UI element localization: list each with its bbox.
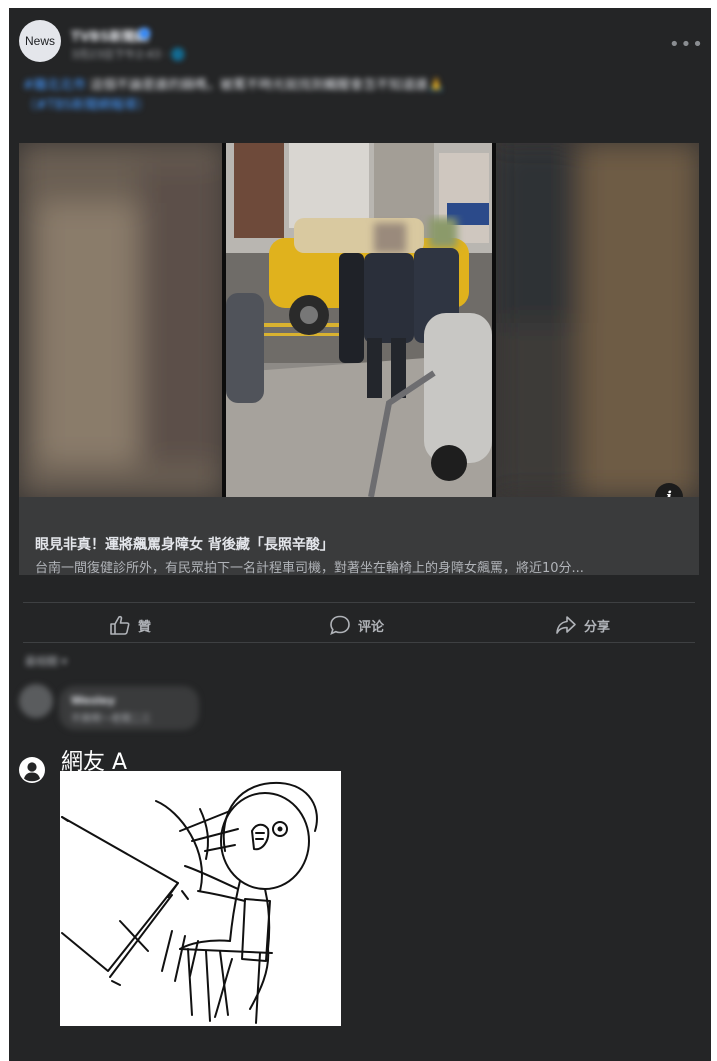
comment-bubble-icon [330,615,350,635]
more-horizontal-icon[interactable]: ••• [669,34,704,55]
like-button[interactable]: 贊 [109,613,151,637]
actions-top-divider [23,602,695,603]
thumbs-up-icon [110,615,130,635]
post-card: News TVBS新聞網 3月23日下午2:43 · 🌐 ••• #離北北市 這… [9,8,711,1061]
share-button[interactable]: 分享 [555,613,610,637]
post-text: #離北北市 這個不論是誰的鍋嗎，被罵不時光就找到觸醒會怎不知道誰🙏 （#TBS新… [23,76,583,116]
actions-bottom-divider [23,642,695,643]
share-arrow-icon [556,616,576,634]
link-description: 台南一間復健診所外，有民眾拍下一名計程車司機，對著坐在輪椅上的身障女飆罵，將近1… [35,561,584,576]
link-preview[interactable]: 眼見非真！運將飆罵身障女 背後藏「長照辛酸」 台南一間復健診所外，有民眾拍下一名… [19,497,699,576]
like-label: 贊 [138,619,152,635]
commenter-avatar[interactable] [19,684,53,718]
comment-bubble: Wesley 不爽啊～老闆二三 [59,686,199,730]
table-flip-meme-icon [60,771,341,1026]
video-thumbnail[interactable] [19,143,699,497]
post-hashtag[interactable]: #離北北市 [23,78,86,93]
link-title[interactable]: 眼見非真！運將飆罵身障女 背後藏「長照辛酸」 [35,534,334,554]
post-timestamp[interactable]: 3月23日下午2:43 · 🌐 [71,46,185,62]
page-avatar[interactable]: News [19,20,61,62]
comment-text: 不爽啊～老闆二三 [71,714,151,725]
user-circle-icon [19,757,45,783]
comment-button[interactable]: 评论 [329,613,384,637]
comment-sort-dropdown[interactable]: 最相關 ▾ [25,653,67,669]
commenter-name[interactable]: Wesley [71,694,115,707]
verified-badge-icon [139,28,150,39]
card-edge [711,595,717,805]
share-label: 分享 [584,619,611,635]
post-body: 這個不論是誰的鍋嗎，被罵不時光就找到觸醒會怎不知道誰🙏 [90,78,445,93]
comment-label: 评论 [358,619,385,635]
post-source-link[interactable]: （#TBS新聞網報導） [23,98,150,113]
page-name[interactable]: TVBS新聞網 [71,26,148,45]
